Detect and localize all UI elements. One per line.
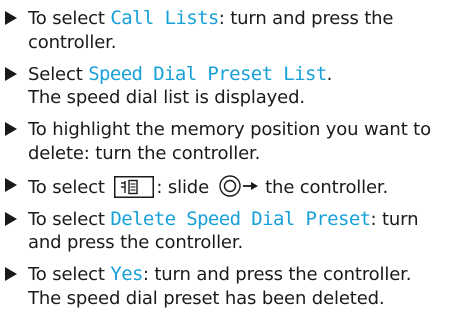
menu-icon <box>114 176 154 198</box>
display-text-speed-dial-preset-list: Speed Dial Preset List <box>88 63 326 85</box>
bullet-arrow-icon <box>5 212 17 226</box>
step-5-line-2: and press the controller. <box>28 231 456 255</box>
step-3-line-1: To highlight the memory position you wan… <box>28 118 456 142</box>
step-1: To select Call Lists: turn and press the… <box>4 7 456 54</box>
bullet-arrow-icon <box>5 67 17 81</box>
step-1-line-2: controller. <box>28 31 456 55</box>
step-6-line-1: To select Yes: turn and press the contro… <box>28 263 456 287</box>
bullet-arrow-icon <box>5 267 17 281</box>
step-2-line-1: Select Speed Dial Preset List. <box>28 63 456 87</box>
display-text-call-lists: Call Lists <box>110 7 218 29</box>
slide-right-controller-icon <box>218 174 260 198</box>
step-6-line-2: The speed dial preset has been deleted. <box>28 287 456 310</box>
bullet-arrow-icon <box>5 11 17 25</box>
step-3: To highlight the memory position you wan… <box>4 118 456 165</box>
step-4-line-1: To select : slide the controller. <box>28 174 456 200</box>
step-3-line-2: delete: turn the controller. <box>28 142 456 166</box>
step-2-line-2: The speed dial list is displayed. <box>28 86 456 110</box>
display-text-yes: Yes <box>110 263 143 285</box>
step-5-line-1: To select Delete Speed Dial Preset: turn <box>28 208 456 232</box>
instruction-steps: To select Call Lists: turn and press the… <box>0 0 462 309</box>
step-5: To select Delete Speed Dial Preset: turn… <box>4 208 456 255</box>
step-4: To select : slide the controller. <box>4 174 456 200</box>
bullet-arrow-icon <box>5 122 17 136</box>
bullet-arrow-icon <box>5 178 17 192</box>
step-6: To select Yes: turn and press the contro… <box>4 263 456 310</box>
display-text-delete-speed-dial-preset: Delete Speed Dial Preset <box>110 208 370 230</box>
step-2: Select Speed Dial Preset List. The speed… <box>4 63 456 110</box>
step-1-line-1: To select Call Lists: turn and press the <box>28 7 456 31</box>
